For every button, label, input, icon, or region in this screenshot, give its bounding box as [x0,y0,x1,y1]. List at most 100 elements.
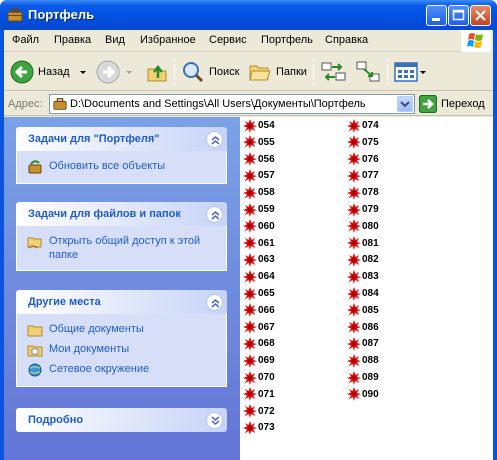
file-item[interactable]: 078 [346,184,379,201]
file-item[interactable]: 070 [242,369,275,386]
menu-help[interactable]: Справка [325,34,368,46]
place-network[interactable]: Сетевое окружение [27,362,216,378]
file-item[interactable]: 077 [346,167,379,184]
views-dropdown-icon[interactable] [420,71,426,74]
file-item[interactable]: 088 [346,352,379,369]
file-type-icon [243,404,257,419]
file-item[interactable]: 059 [242,201,275,218]
file-name: 083 [362,271,379,283]
file-item[interactable]: 064 [242,268,275,285]
file-item[interactable]: 076 [346,151,379,168]
file-item[interactable]: 058 [242,184,275,201]
file-item[interactable]: 086 [346,319,379,336]
file-type-icon [243,303,257,318]
group-header[interactable]: Подробно [16,408,227,432]
file-item[interactable]: 063 [242,251,275,268]
file-item[interactable]: 079 [346,201,379,218]
synchronize-icon [321,62,346,81]
folders-button[interactable]: Папки [248,60,307,84]
file-item[interactable]: 061 [242,235,275,252]
file-item[interactable]: 074 [346,117,379,134]
menu-briefcase[interactable]: Портфель [261,34,313,46]
file-item[interactable]: 068 [242,335,275,352]
file-type-icon [243,370,257,385]
forward-dropdown-icon[interactable] [126,71,132,74]
file-item[interactable]: 090 [346,386,379,403]
file-name: 057 [258,170,275,182]
maximize-button[interactable] [448,5,469,26]
file-item[interactable]: 060 [242,218,275,235]
menu-view[interactable]: Вид [105,34,125,46]
search-button[interactable]: Поиск [181,60,239,84]
menu-tools[interactable]: Сервис [209,34,247,46]
menu-edit[interactable]: Правка [54,34,91,46]
file-name: 058 [258,187,275,199]
file-item[interactable]: 075 [346,134,379,151]
task-update-all[interactable]: Обновить все объекты [27,159,216,175]
file-item[interactable]: 066 [242,302,275,319]
back-label: Назад [38,66,70,78]
file-item[interactable]: 069 [242,352,275,369]
collapse-chevron-icon[interactable] [206,131,223,148]
place-my-documents[interactable]: Мои документы [27,342,216,358]
file-item[interactable]: 072 [242,403,275,420]
file-name: 063 [258,254,275,266]
file-item[interactable]: 084 [346,285,379,302]
close-button[interactable] [470,5,491,26]
content-area: Задачи для "Портфеля" Обновить все объек… [4,117,493,460]
file-item[interactable]: 081 [346,235,379,252]
address-input[interactable]: D:\Documents and Settings\All Users\Доку… [49,94,415,114]
views-button[interactable] [394,60,418,84]
minimize-button[interactable] [426,5,447,26]
file-type-icon [243,219,257,234]
file-item[interactable]: 085 [346,302,379,319]
file-item[interactable]: 056 [242,151,275,168]
file-item[interactable]: 057 [242,167,275,184]
split-button[interactable] [356,60,380,84]
address-dropdown-button[interactable] [397,96,413,112]
collapse-chevron-icon[interactable] [206,206,223,223]
file-type-icon [347,219,361,234]
synchronize-button[interactable] [321,60,347,84]
file-type-icon [243,286,257,301]
file-type-icon [243,168,257,183]
file-item[interactable]: 082 [346,251,379,268]
folders-label: Папки [276,66,307,78]
file-item[interactable]: 083 [346,268,379,285]
menu-favorites[interactable]: Избранное [140,34,196,46]
file-item[interactable]: 055 [242,134,275,151]
up-button[interactable] [145,60,169,84]
file-type-icon [243,118,257,133]
group-header[interactable]: Задачи для "Портфеля" [16,127,227,151]
go-button[interactable]: Переход [419,95,485,113]
file-item[interactable]: 087 [346,335,379,352]
task-share-folder[interactable]: Открыть общий доступ к этой папке [27,234,216,262]
menu-file[interactable]: Файл [12,34,39,46]
file-name: 068 [258,338,275,350]
forward-button[interactable] [96,60,120,84]
file-type-icon [347,168,361,183]
task-label: Сетевое окружение [49,363,150,375]
file-item[interactable]: 054 [242,117,275,134]
collapse-chevron-icon[interactable] [206,294,223,311]
file-name: 078 [362,187,379,199]
file-item[interactable]: 073 [242,419,275,436]
file-item[interactable]: 089 [346,369,379,386]
file-item[interactable]: 080 [346,218,379,235]
group-header[interactable]: Другие места [16,290,227,314]
file-name: 088 [362,355,379,367]
place-shared-documents[interactable]: Общие документы [27,322,216,338]
expand-chevron-icon[interactable] [206,412,223,429]
file-item[interactable]: 071 [242,386,275,403]
file-name: 076 [362,153,379,165]
file-name: 056 [258,153,275,165]
file-type-icon [243,252,257,267]
group-header[interactable]: Задачи для файлов и папок [16,202,227,226]
task-label: Обновить все объекты [49,160,166,172]
file-name: 059 [258,204,275,215]
back-button[interactable]: Назад [10,60,70,84]
title-bar[interactable]: Портфель [0,0,497,30]
back-dropdown-icon[interactable] [80,71,86,74]
file-item[interactable]: 067 [242,319,275,336]
file-item[interactable]: 065 [242,285,275,302]
